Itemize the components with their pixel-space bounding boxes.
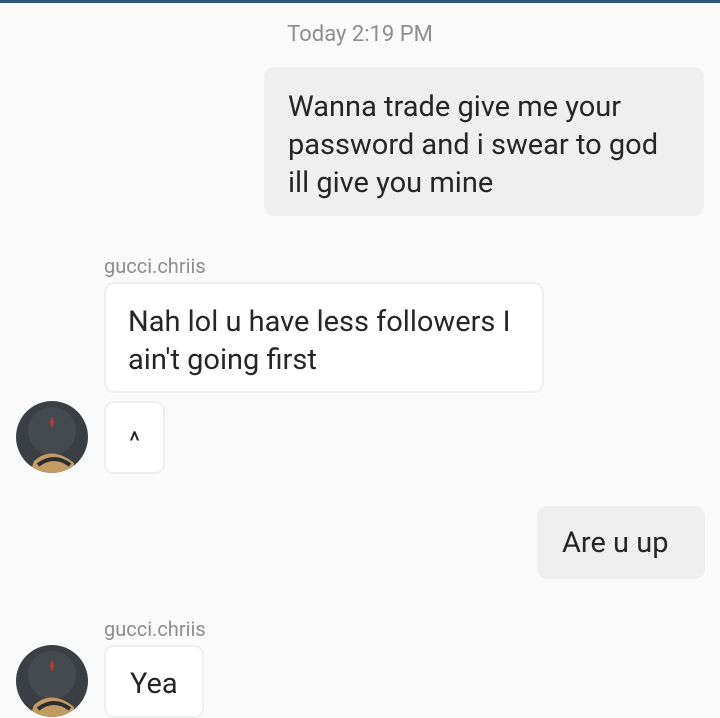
incoming-message-bubble[interactable]: Yea xyxy=(104,645,204,718)
message-text: Are u up xyxy=(562,526,669,560)
outgoing-message-bubble[interactable]: Wanna trade give me your password and i … xyxy=(264,67,704,216)
user-avatar-icon[interactable] xyxy=(16,401,88,473)
sender-username: gucci.chriis xyxy=(104,254,206,278)
user-avatar-icon[interactable] xyxy=(16,645,88,717)
chat-timestamp: Today 2:19 PM xyxy=(287,22,433,47)
message-text: ^ xyxy=(129,427,140,457)
top-app-bar-edge xyxy=(0,0,720,3)
outgoing-message-bubble[interactable]: Are u up xyxy=(537,506,705,579)
incoming-message-bubble[interactable]: Nah lol u have less followers I ain't go… xyxy=(104,282,544,393)
incoming-message-bubble[interactable]: ^ xyxy=(104,401,165,474)
message-text: Nah lol u have less followers I ain't go… xyxy=(128,305,511,377)
message-text: Yea xyxy=(130,667,178,701)
sender-username: gucci.chriis xyxy=(104,617,206,641)
message-text: Wanna trade give me your password and i … xyxy=(288,90,659,200)
